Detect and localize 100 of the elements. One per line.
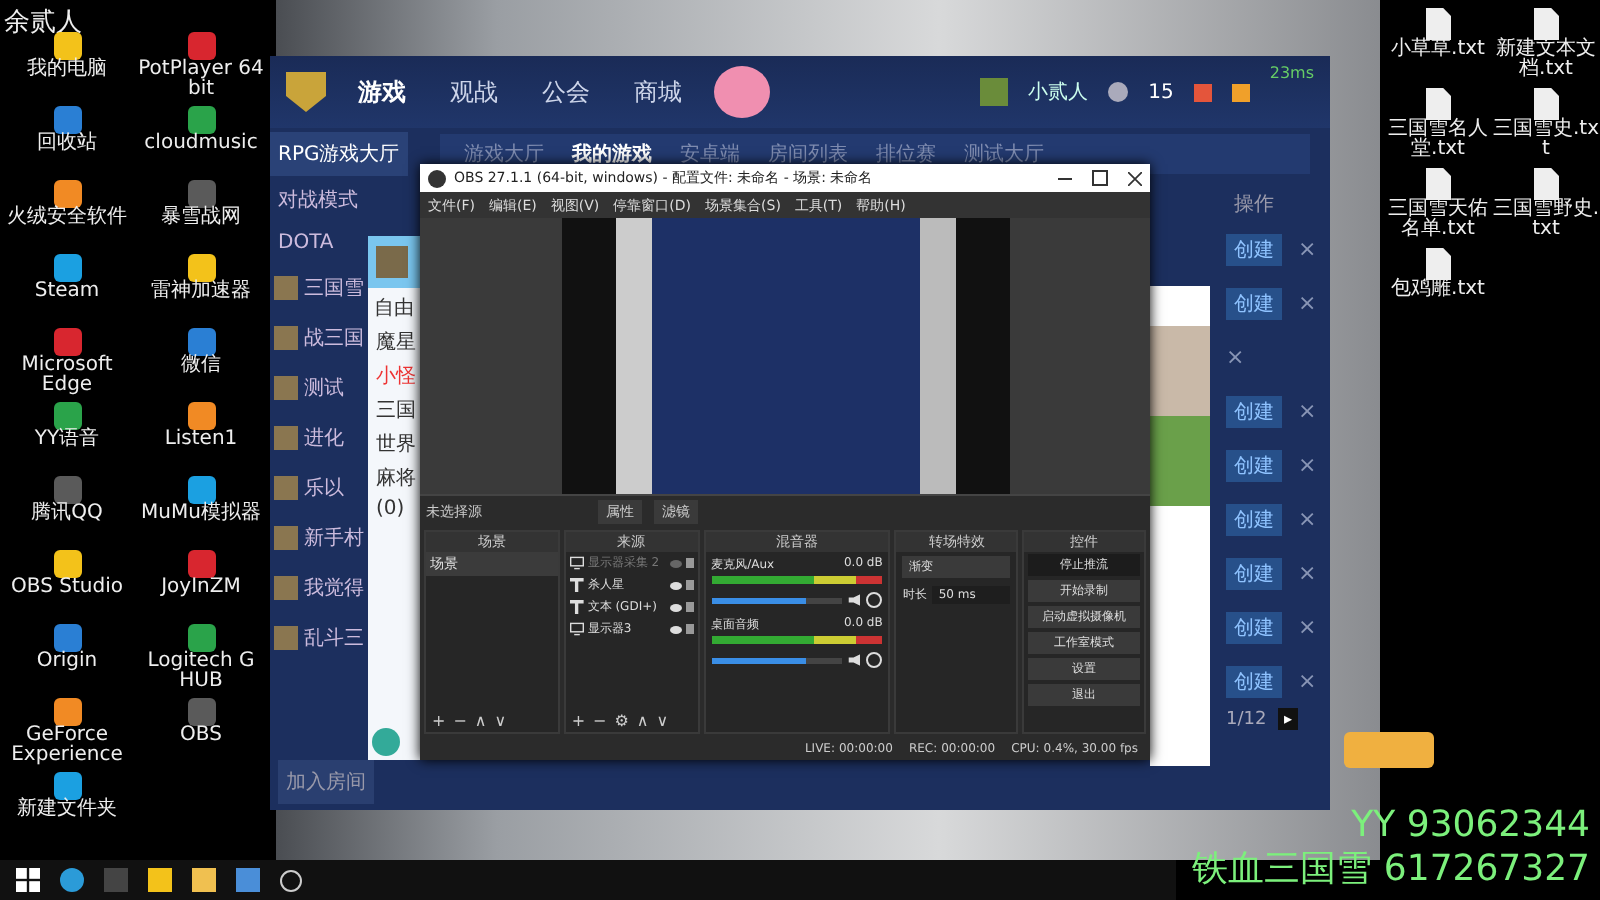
create-button[interactable]: 创建: [1226, 665, 1282, 697]
windows-start-icon[interactable]: [16, 868, 40, 892]
app-icon[interactable]: [187, 402, 215, 430]
file-icon[interactable]: [1425, 88, 1451, 120]
icon-label[interactable]: Origin: [36, 652, 98, 672]
close-icon[interactable]: ×: [1298, 614, 1317, 640]
toolbar-button[interactable]: −: [593, 712, 607, 730]
icon-label[interactable]: MuMu模拟器: [141, 504, 261, 524]
icon-label[interactable]: 微信: [181, 356, 221, 376]
sidebar-item[interactable]: 对战模式: [270, 178, 366, 222]
eye-icon[interactable]: [669, 581, 682, 589]
icon-label[interactable]: 新建文本文档.txt: [1492, 40, 1600, 80]
icon-label[interactable]: 暴雪战网: [161, 208, 241, 228]
app-icon[interactable]: [53, 402, 81, 430]
toolbar-button[interactable]: ∧: [474, 712, 487, 730]
close-icon[interactable]: ×: [1298, 398, 1317, 424]
icon-label[interactable]: Steam: [34, 282, 100, 302]
game-name[interactable]: 乐以: [304, 474, 344, 502]
icon-label[interactable]: cloudmusic: [144, 134, 258, 154]
lock-icon[interactable]: [685, 580, 694, 590]
lock-icon[interactable]: [685, 602, 694, 612]
file-icon[interactable]: [1533, 88, 1559, 120]
file-icon[interactable]: [1425, 168, 1451, 200]
mode-selector[interactable]: 自由: [374, 294, 414, 322]
icon-label[interactable]: PotPlayer 64 bit: [137, 60, 265, 100]
app-icon[interactable]: [53, 180, 81, 208]
volume-slider[interactable]: [711, 597, 843, 603]
app-icon[interactable]: [53, 106, 81, 134]
minimize-icon[interactable]: [1058, 177, 1072, 179]
toolbar-button[interactable]: ∨: [656, 712, 669, 730]
icon-label[interactable]: YY语音: [34, 430, 100, 450]
app-icon[interactable]: [187, 106, 215, 134]
game-name[interactable]: 三国雪: [304, 274, 364, 302]
icon-label[interactable]: OBS Studio: [11, 578, 123, 598]
icon-label[interactable]: Listen1: [164, 430, 238, 450]
group-item[interactable]: 小怪: [376, 362, 416, 390]
group-item[interactable]: (0): [376, 498, 405, 520]
browser-icon[interactable]: [60, 868, 84, 892]
lock-icon[interactable]: [685, 558, 694, 568]
sidebar-item[interactable]: RPG游戏大厅: [270, 132, 408, 176]
nav-tab[interactable]: 商城: [622, 75, 694, 109]
eye-icon[interactable]: [669, 625, 682, 633]
file-icon[interactable]: [1425, 8, 1451, 40]
toolbar-button[interactable]: +: [571, 712, 586, 730]
app-icon[interactable]: [187, 328, 215, 356]
toolbar-button[interactable]: ∧: [636, 712, 649, 730]
app-icon[interactable]: [53, 698, 81, 726]
toolbar-button[interactable]: −: [453, 712, 467, 730]
game-name[interactable]: 战三国: [304, 324, 364, 352]
create-button[interactable]: 创建: [1226, 557, 1282, 589]
close-icon[interactable]: ×: [1298, 668, 1317, 694]
icon-label[interactable]: 我的电脑: [27, 60, 107, 80]
icon-label[interactable]: 火绒安全软件: [7, 208, 127, 228]
close-icon[interactable]: ×: [1298, 452, 1317, 478]
app-icon[interactable]: [187, 254, 215, 282]
icon-label[interactable]: JoyInZM: [161, 578, 241, 598]
app-icon[interactable]: [187, 624, 215, 652]
eye-icon[interactable]: [669, 603, 682, 611]
game-name[interactable]: 进化: [304, 424, 344, 452]
icon-label[interactable]: 新建文件夹: [17, 800, 117, 820]
icon-label[interactable]: 雷神加速器: [151, 282, 251, 302]
toolbar-button[interactable]: ∨: [494, 712, 507, 730]
create-button[interactable]: 创建: [1226, 395, 1282, 427]
close-icon[interactable]: ×: [1298, 290, 1317, 316]
app-icon[interactable]: [187, 180, 215, 208]
file-icon[interactable]: [1425, 248, 1451, 280]
file-icon[interactable]: [1533, 168, 1559, 200]
close-icon[interactable]: [1128, 171, 1142, 185]
sub-tab[interactable]: 我的游戏: [572, 140, 652, 168]
game-name[interactable]: 我觉得: [304, 574, 364, 602]
toolbar-button[interactable]: +: [432, 712, 446, 730]
volume-slider[interactable]: [711, 657, 843, 663]
speaker-icon[interactable]: [848, 594, 861, 606]
maximize-icon[interactable]: [1092, 170, 1108, 186]
icon-label[interactable]: Logitech G HUB: [137, 652, 265, 692]
icon-label[interactable]: 腾讯QQ: [31, 504, 103, 524]
settings-icon[interactable]: [866, 592, 883, 608]
friends-icon[interactable]: [1108, 82, 1129, 102]
app-icon[interactable]: [53, 476, 81, 504]
group-item[interactable]: 三国: [376, 396, 416, 424]
game-name[interactable]: 乱斗三: [304, 624, 364, 652]
create-button[interactable]: 创建: [1226, 503, 1282, 535]
close-icon[interactable]: ×: [1298, 560, 1317, 586]
nav-tab[interactable]: 观战: [438, 75, 510, 109]
app-icon[interactable]: [53, 254, 81, 282]
app-icon[interactable]: [53, 772, 81, 800]
file-icon[interactable]: [1533, 8, 1559, 40]
speaker-icon[interactable]: [848, 654, 861, 666]
app-icon[interactable]: [53, 550, 81, 578]
group-item[interactable]: 麻将: [376, 464, 416, 492]
nav-tab[interactable]: 公会: [530, 75, 602, 109]
user-name[interactable]: 小贰人: [1028, 78, 1089, 106]
game-name[interactable]: 新手村: [304, 524, 364, 552]
nav-tab[interactable]: 游戏: [346, 75, 418, 109]
create-button[interactable]: 创建: [1226, 449, 1282, 481]
create-button[interactable]: 创建: [1226, 611, 1282, 643]
create-button[interactable]: 创建: [1226, 287, 1282, 319]
game-name[interactable]: 测试: [304, 374, 344, 402]
gift-icon[interactable]: [1231, 83, 1250, 101]
join-room-button[interactable]: 加入房间: [278, 760, 374, 804]
